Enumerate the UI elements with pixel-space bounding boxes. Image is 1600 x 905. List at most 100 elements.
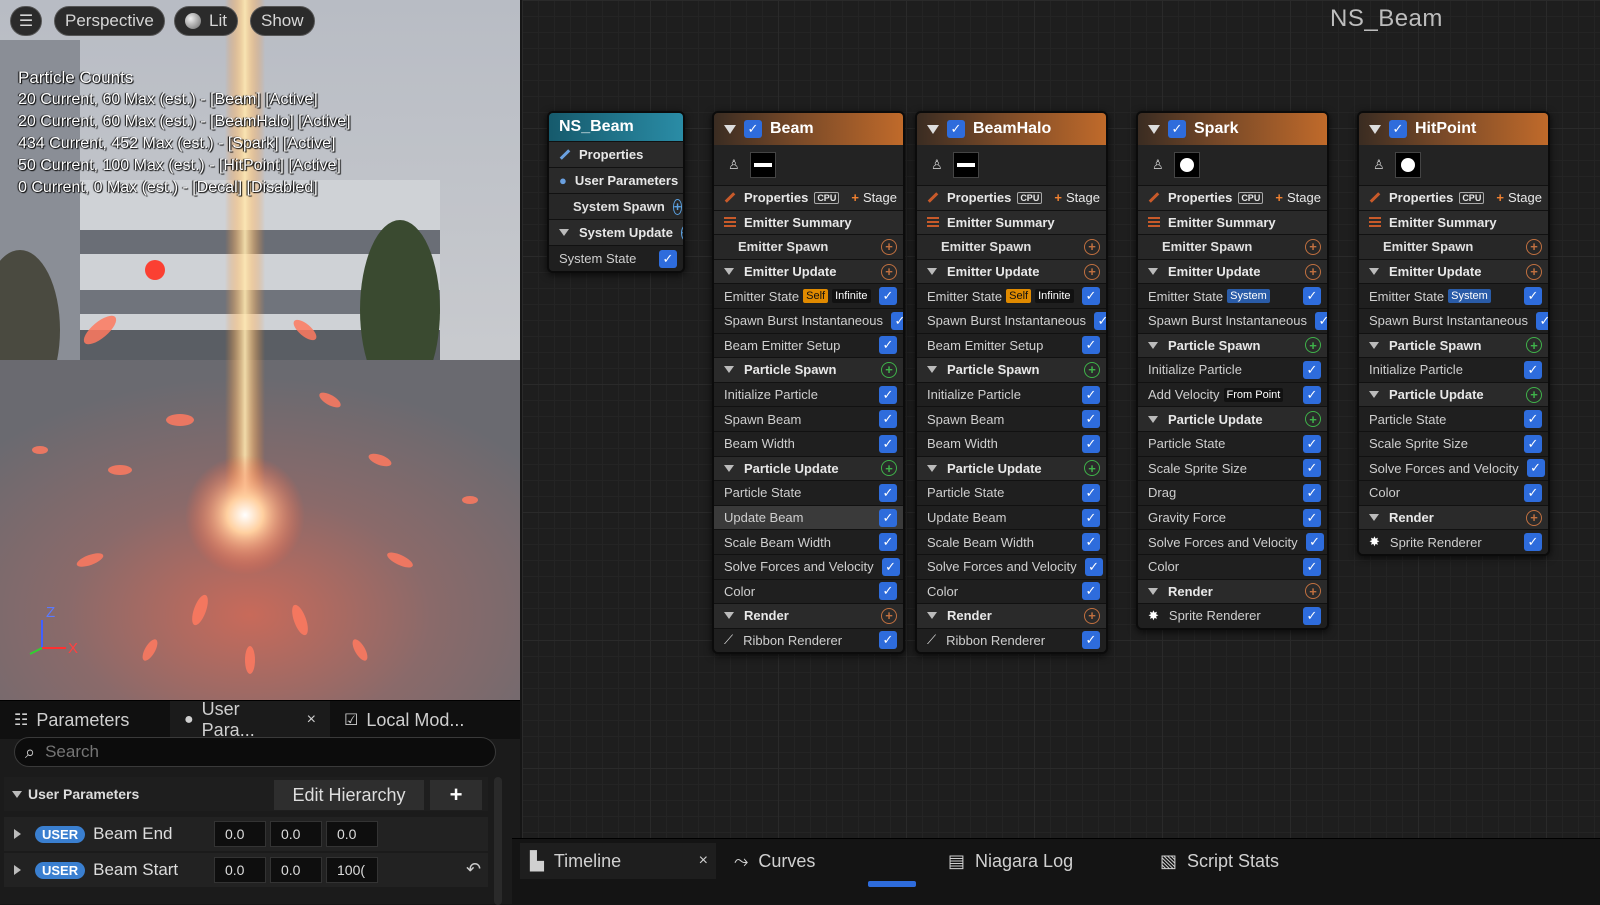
collapse-icon[interactable] (1369, 514, 1379, 522)
add-stage-icon[interactable]: + (851, 190, 859, 205)
collapse-icon[interactable] (1148, 587, 1158, 595)
tab-parameters[interactable]: ☷ Parameters (0, 701, 170, 739)
stage-row-gravity-force[interactable]: Gravity Force ✓ (1138, 504, 1327, 530)
system-state-row[interactable]: System State ✓ (549, 245, 683, 271)
add-module-icon[interactable]: + (881, 238, 897, 255)
isolate-icon[interactable]: ♙ (1373, 157, 1385, 173)
module-enabled-checkbox[interactable]: ✓ (1303, 360, 1321, 379)
add-module-icon[interactable]: + (1526, 337, 1542, 354)
vector-y-field[interactable]: 0.0 (270, 857, 322, 883)
emitter-properties-row[interactable]: Properties CPU + Stage (1359, 185, 1548, 210)
collapse-icon[interactable] (724, 464, 734, 472)
system-node-header[interactable]: NS_Beam (549, 113, 683, 141)
vector-y-field[interactable]: 0.0 (270, 821, 322, 847)
isolate-icon[interactable]: ♙ (1152, 157, 1164, 173)
stage-row-particle-spawn[interactable]: Particle Spawn + (1359, 332, 1548, 358)
module-enabled-checkbox[interactable]: ✓ (1082, 336, 1100, 355)
enabled-checkbox[interactable]: ✓ (659, 249, 677, 268)
vector-z-field[interactable]: 0.0 (326, 821, 378, 847)
module-enabled-checkbox[interactable]: ✓ (1524, 410, 1542, 429)
add-module-icon[interactable]: + (1305, 337, 1321, 354)
add-stage-icon[interactable]: + (1496, 190, 1504, 205)
stage-row-spawn-burst-instantaneous[interactable]: Spawn Burst Instantaneous ✓ (1138, 307, 1327, 333)
module-enabled-checkbox[interactable]: ✓ (1303, 508, 1321, 527)
user-param-row[interactable]: USER Beam End 0.0 0.0 0.0 (4, 817, 488, 851)
module-enabled-checkbox[interactable]: ✓ (1536, 311, 1548, 330)
module-enabled-checkbox[interactable]: ✓ (879, 434, 897, 453)
stage-row-color[interactable]: Color ✓ (1138, 553, 1327, 579)
collapse-icon[interactable] (1369, 124, 1381, 134)
stage-row-render[interactable]: Render + (1138, 578, 1327, 604)
module-enabled-checkbox[interactable]: ✓ (879, 336, 897, 355)
stage-row-emitter-spawn[interactable]: Emitter Spawn + (714, 234, 903, 259)
collapse-icon[interactable] (724, 124, 736, 134)
add-module-icon[interactable]: + (1084, 607, 1100, 624)
stage-row-emitter-spawn[interactable]: Emitter Spawn + (917, 234, 1106, 259)
stage-row-add-velocity[interactable]: Add Velocity From Point ✓ (1138, 381, 1327, 407)
close-tab-icon[interactable]: × (307, 711, 316, 729)
stage-row-initialize-particle[interactable]: Initialize Particle ✓ (917, 381, 1106, 407)
emitter-summary-row[interactable]: Emitter Summary (1138, 209, 1327, 235)
add-module-icon[interactable]: + (881, 607, 897, 624)
stage-row-spawn-beam[interactable]: Spawn Beam ✓ (917, 406, 1106, 431)
module-enabled-checkbox[interactable]: ✓ (1524, 360, 1542, 379)
collapse-icon[interactable] (1369, 341, 1379, 349)
add-module-icon[interactable]: + (1526, 386, 1542, 403)
add-module-icon[interactable]: + (1084, 263, 1100, 280)
add-stage-icon[interactable]: + (1275, 190, 1283, 205)
module-enabled-checkbox[interactable]: ✓ (879, 508, 897, 527)
tab-local-modules[interactable]: ☑ Local Mod... (330, 701, 500, 739)
module-enabled-checkbox[interactable]: ✓ (1303, 434, 1321, 453)
add-module-icon[interactable]: + (1305, 411, 1321, 428)
vector-x-field[interactable]: 0.0 (214, 857, 266, 883)
module-enabled-checkbox[interactable]: ✓ (1303, 459, 1321, 478)
module-enabled-checkbox[interactable]: ✓ (1303, 287, 1321, 306)
stage-row-color[interactable]: Color ✓ (917, 578, 1106, 604)
add-module-icon[interactable]: + (680, 224, 683, 241)
stage-row-emitter-update[interactable]: Emitter Update + (1359, 258, 1548, 284)
stage-row-render[interactable]: Render + (1359, 504, 1548, 530)
module-enabled-checkbox[interactable]: ✓ (879, 287, 897, 306)
collapse-icon[interactable] (1148, 268, 1158, 276)
stage-row-emitter-update[interactable]: Emitter Update + (1138, 258, 1327, 284)
add-module-icon[interactable]: + (881, 460, 897, 477)
stage-row-particle-update[interactable]: Particle Update + (714, 455, 903, 481)
emitter-node-spark[interactable]: ✓ Spark ♙ Properties CPU + Stage Emitter Summar… (1136, 111, 1329, 630)
emitter-enabled-checkbox[interactable]: ✓ (1389, 120, 1407, 138)
stage-row-particle-update[interactable]: Particle Update + (917, 455, 1106, 481)
user-param-row[interactable]: USER Beam Start 0.0 0.0 100( ↶ (4, 853, 488, 887)
edit-hierarchy-button[interactable]: Edit Hierarchy (274, 780, 424, 810)
add-module-icon[interactable]: + (1305, 263, 1321, 280)
stage-row-scale-beam-width[interactable]: Scale Beam Width ✓ (714, 529, 903, 554)
module-enabled-checkbox[interactable]: ✓ (1082, 508, 1100, 527)
add-stage-icon[interactable]: + (1054, 190, 1062, 205)
module-enabled-checkbox[interactable]: ✓ (879, 410, 897, 429)
preview-viewport[interactable]: ☰ Perspective Lit Show Particle Counts 2… (0, 0, 520, 700)
collapse-icon[interactable] (1148, 415, 1158, 423)
add-module-icon[interactable]: + (1526, 509, 1542, 526)
module-enabled-checkbox[interactable]: ✓ (1303, 606, 1321, 625)
collapse-icon[interactable] (1148, 124, 1160, 134)
module-enabled-checkbox[interactable]: ✓ (1084, 557, 1103, 576)
stage-row-render[interactable]: Render + (714, 603, 903, 628)
collapse-icon[interactable] (927, 366, 937, 374)
stage-row-scale-sprite-size[interactable]: Scale Sprite Size ✓ (1359, 430, 1548, 456)
collapse-icon[interactable] (927, 124, 939, 134)
stage-row-sprite-renderer[interactable]: ✸ Sprite Renderer ✓ (1359, 529, 1548, 554)
stage-row-initialize-particle[interactable]: Initialize Particle ✓ (1359, 357, 1548, 382)
module-enabled-checkbox[interactable]: ✓ (1082, 287, 1100, 306)
search-box[interactable]: ⌕ (14, 737, 496, 767)
emitter-enabled-checkbox[interactable]: ✓ (947, 120, 965, 138)
add-stage-button[interactable]: Stage (1508, 190, 1542, 205)
module-enabled-checkbox[interactable]: ✓ (1526, 459, 1545, 478)
stage-row-particle-state[interactable]: Particle State ✓ (917, 480, 1106, 505)
module-enabled-checkbox[interactable]: ✓ (1082, 582, 1100, 601)
stage-row-solve-forces-and-velocity[interactable]: Solve Forces and Velocity ✓ (1359, 455, 1548, 481)
collapse-icon[interactable] (724, 612, 734, 620)
emitter-header[interactable]: ✓ Spark (1138, 113, 1327, 145)
collapse-icon[interactable] (724, 268, 734, 276)
stage-row-spawn-burst-instantaneous[interactable]: Spawn Burst Instantaneous ✓ (1359, 307, 1548, 333)
system-node[interactable]: NS_Beam Properties ● User Parameters Syst… (547, 111, 685, 273)
stage-row-spawn-beam[interactable]: Spawn Beam ✓ (714, 406, 903, 431)
show-button[interactable]: Show (250, 6, 315, 36)
